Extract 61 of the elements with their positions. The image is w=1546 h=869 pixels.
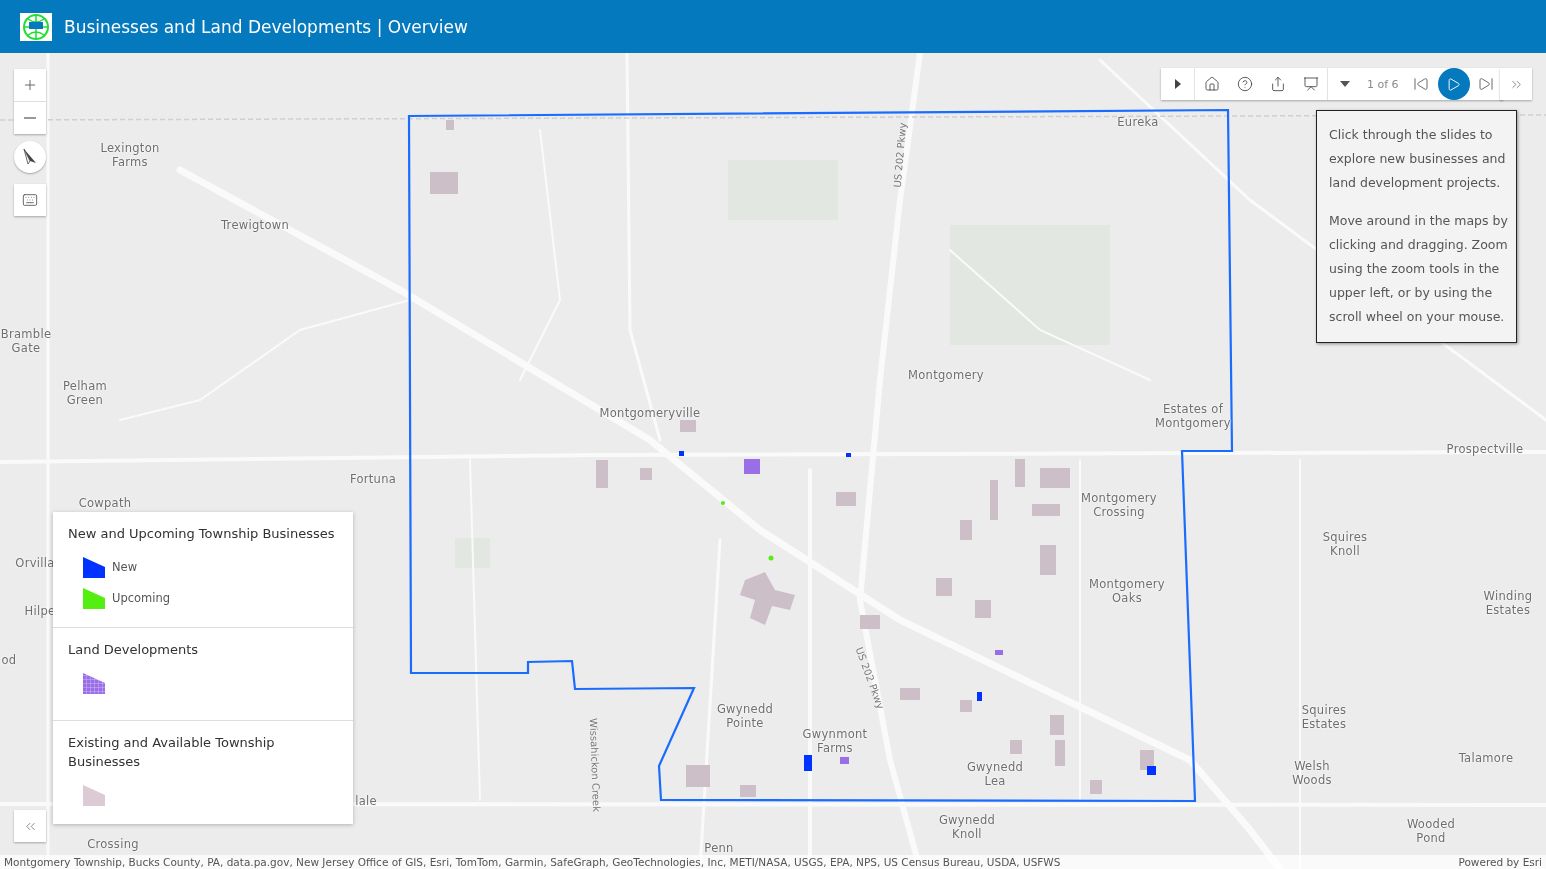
- legend-title: Land Developments: [68, 641, 200, 659]
- place-label: Talamore: [1458, 751, 1514, 765]
- place-label: Wooded Pond: [1406, 817, 1456, 845]
- place-label: Crossing: [87, 837, 139, 851]
- place-label: Trewigtown: [221, 218, 289, 232]
- place-label: Eureka: [1117, 115, 1159, 129]
- place-label: Orvilla: [15, 556, 55, 570]
- place-label: Gwynedd Lea: [966, 760, 1024, 788]
- place-label: lale: [355, 794, 377, 808]
- place-label: Estates of Montgomery: [1155, 402, 1231, 430]
- play-button[interactable]: [1437, 68, 1470, 100]
- place-label: Montgomery Crossing: [1081, 491, 1157, 519]
- place-label: od: [1, 653, 17, 667]
- place-label: Winding Estates: [1483, 589, 1533, 617]
- info-text: Move around in the maps by clicking and dragging. Zoom using the zoom tools in the upper left, or by using the scroll wheel on your mouse.: [1329, 212, 1509, 326]
- road-label: Wissahickon Creek: [587, 718, 603, 812]
- place-label: Gwynedd Pointe: [716, 702, 774, 730]
- share-icon: [1269, 76, 1286, 92]
- legend-label: New: [112, 559, 138, 574]
- place-label: Pelham Green: [62, 379, 108, 407]
- caret-icon: [1174, 79, 1181, 89]
- powered-by-link[interactable]: Powered by Esri: [1458, 856, 1542, 868]
- place-label: Montgomery Oaks: [1089, 577, 1165, 605]
- place-label: Squires Knoll: [1322, 530, 1368, 558]
- app-title: Businesses and Land Developments | Overview: [64, 16, 468, 37]
- caret-icon: [1339, 81, 1350, 87]
- place-label: Montgomery: [908, 368, 984, 382]
- slide-counter: 1 of 6: [1366, 77, 1400, 91]
- place-label: Gwynedd Knoll: [938, 813, 996, 841]
- place-label: Cowpath: [78, 496, 132, 510]
- place-label: Bramble Gate: [0, 327, 52, 355]
- zoom-out-button[interactable]: [14, 102, 46, 134]
- logo-icon: [20, 12, 52, 41]
- legend-title: New and Upcoming Township Businesses: [68, 525, 336, 543]
- place-label: Lexington Farms: [100, 141, 160, 169]
- place-label: Penn: [704, 841, 734, 855]
- road-label: US 202 Pkwy: [853, 645, 887, 711]
- keyboard-button[interactable]: [14, 184, 46, 216]
- road-label: US 202 Pkwy: [891, 122, 909, 188]
- presentation-icon: [1302, 76, 1319, 92]
- plus-icon: [22, 77, 38, 93]
- legend-label: Upcoming: [112, 590, 171, 605]
- help-icon: [1236, 76, 1253, 92]
- place-label: Gwynmont Farms: [802, 727, 868, 755]
- zoom-in-button[interactable]: [14, 69, 46, 101]
- place-label: Fortuna: [349, 472, 397, 486]
- skip-forward-icon: [1478, 76, 1495, 92]
- play-icon: [1446, 76, 1462, 92]
- skip-back-icon: [1413, 76, 1430, 92]
- place-label: Hilpe: [24, 604, 56, 618]
- minus-icon: [24, 117, 36, 119]
- info-text: Click through the slides to explore new businesses and land development projects.: [1329, 126, 1507, 192]
- place-label: Montgomeryville: [599, 406, 701, 420]
- place-label: Welsh Woods: [1292, 759, 1332, 787]
- compass-needle-icon: [22, 148, 38, 166]
- home-icon: [1203, 76, 1220, 92]
- place-label: Squires Estates: [1301, 703, 1347, 731]
- attribution-text: Montgomery Township, Bucks County, PA, data.pa.gov, New Jersey Office of GIS, Esri, TomTom, Garmin, SafeGraph, GeoTechnologies, Inc, METI/NASA, USGS, EPA, NPS, US Census Bureau, USDA, USFWS: [4, 856, 1061, 868]
- legend-title: Existing and Available Township Businesses: [68, 734, 276, 771]
- keyboard-icon: [22, 192, 38, 208]
- place-label: Prospectville: [1446, 442, 1524, 456]
